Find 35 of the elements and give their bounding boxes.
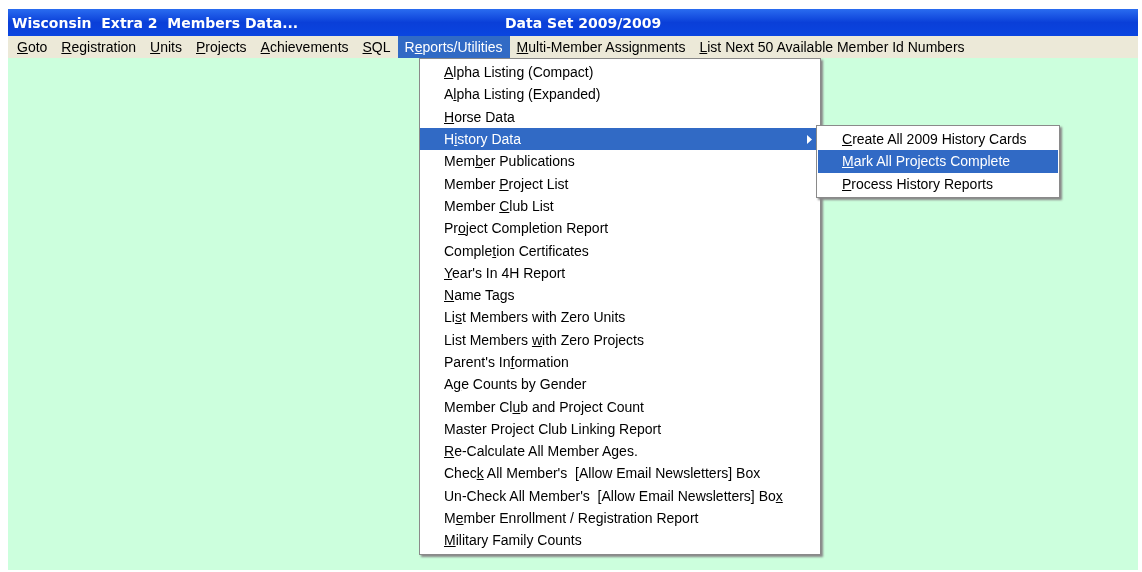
menu-item[interactable]: List Next 50 Available Member Id Numbers — [692, 36, 972, 58]
menu-item[interactable]: Project Completion Report — [420, 217, 820, 240]
menu-item[interactable]: Parent's Information — [420, 350, 820, 374]
window-title: Wisconsin Extra 2 Members Data... — [12, 14, 300, 31]
menu-item[interactable]: Master Project Club Linking Report — [420, 417, 820, 441]
menu-item[interactable]: Mark All Projects Complete — [818, 150, 1058, 173]
menu-item[interactable]: Goto — [10, 36, 55, 58]
menu-item[interactable]: Check All Member's [Allow Email Newsletters] Box — [420, 462, 820, 485]
menu-item[interactable]: Create All 2009 History Cards — [818, 128, 1058, 151]
menu-item[interactable]: Military Family Counts — [420, 529, 820, 552]
menu-item[interactable]: Multi-Member Assignments — [509, 36, 693, 58]
menu-item[interactable]: Projects — [189, 36, 254, 58]
menu-item[interactable]: Reports/Utilities — [397, 36, 510, 58]
menu-item[interactable]: Achievements — [253, 36, 356, 58]
menu-item[interactable]: List Members with Zero Units — [420, 306, 820, 329]
menu-item[interactable]: Horse Data — [420, 105, 820, 128]
menu-item[interactable]: List Members with Zero Projects — [420, 328, 820, 351]
dataset-label: Data Set 2009/2009 — [505, 14, 662, 31]
menu-item[interactable]: SQL — [355, 36, 398, 58]
menu-item[interactable]: Completion Certificates — [420, 239, 820, 262]
menu-item[interactable]: Units — [143, 36, 189, 58]
menu-item[interactable]: Member Club List — [420, 194, 820, 218]
menu-item[interactable]: Process History Reports — [818, 172, 1058, 195]
menu-item[interactable]: Year's In 4H Report — [420, 261, 820, 284]
menu-item[interactable]: Alpha Listing (Expanded) — [420, 83, 820, 106]
menu-item[interactable]: Member Project List — [420, 172, 820, 195]
menu-item[interactable]: Re-Calculate All Member Ages. — [420, 440, 820, 463]
menu-item[interactable]: Age Counts by Gender — [420, 373, 820, 396]
menu-item[interactable]: Name Tags — [420, 283, 820, 307]
menu-item[interactable]: Member Club and Project Count — [420, 395, 820, 418]
menu-item[interactable]: Member Enrollment / Registration Report — [420, 506, 820, 530]
menu-item[interactable]: Registration — [54, 36, 144, 58]
menu-item[interactable]: Alpha Listing (Compact) — [420, 61, 820, 84]
menu-item[interactable]: Member Publications — [420, 150, 820, 173]
menu-item[interactable]: Un-Check All Member's [Allow Email Newsletters] Box — [420, 484, 820, 507]
